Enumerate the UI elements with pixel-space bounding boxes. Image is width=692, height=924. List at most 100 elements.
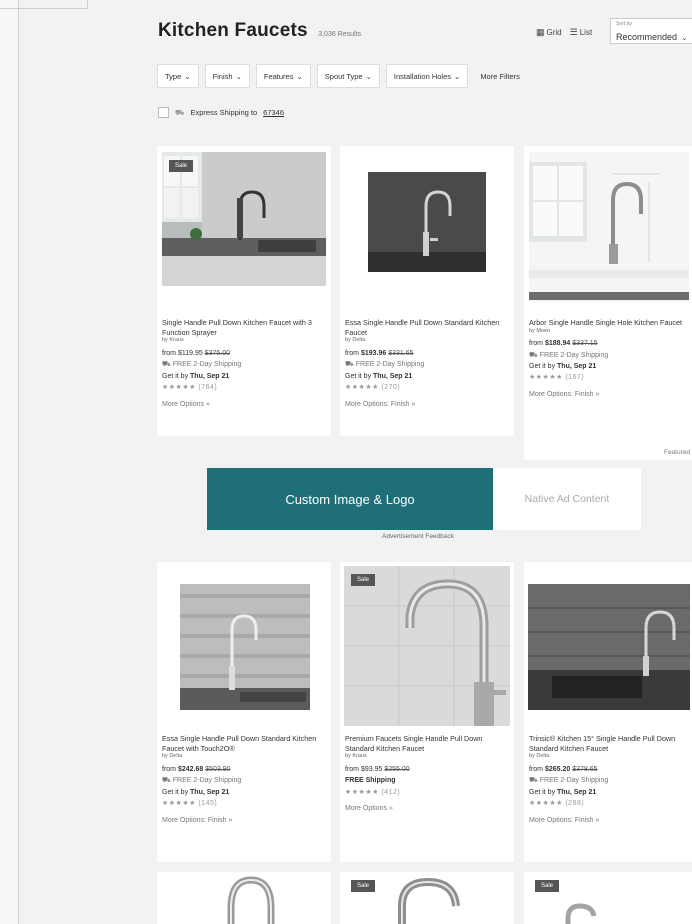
product-card[interactable]: Sale [524, 872, 692, 924]
more-filters-link[interactable]: More Filters [474, 64, 526, 88]
product-photo [162, 152, 326, 286]
view-toggle: ▦ Grid ☰ List [536, 27, 592, 38]
chevron-down-icon: ⌄ [681, 35, 688, 42]
rating: ★★★★★ (412) [345, 788, 509, 797]
product-image[interactable]: Sale [344, 872, 510, 924]
delivery: Get it by Thu, Sep 21 [529, 788, 689, 797]
delivery-prefix: Get it by [529, 788, 558, 796]
delivery-prefix: Get it by [345, 372, 374, 380]
product-photo [368, 172, 486, 272]
price-prefix: from [162, 349, 178, 357]
star-rating-icon: ★★★★★ [162, 384, 196, 392]
grid-view-button[interactable]: ▦ Grid [536, 27, 562, 38]
rating: ★★★★★ (298) [529, 799, 689, 808]
ad-native-content[interactable]: Native Ad Content [493, 468, 641, 530]
shipping: FREE Shipping [345, 776, 509, 785]
sort-select[interactable]: Sort by Recommended ⌄ [610, 18, 692, 44]
more-options-link[interactable]: More Options: Finish » [529, 816, 689, 825]
product-info: Essa Single Handle Pull Down Standard Ki… [162, 734, 326, 825]
list-view-button[interactable]: ☰ List [570, 27, 593, 38]
review-count: (145) [198, 800, 218, 808]
express-text: Express Shipping to [190, 108, 258, 117]
product-image[interactable] [529, 152, 689, 302]
shipping: ⛟ FREE 2-Day Shipping [345, 360, 509, 369]
product-card[interactable]: Arbor Single Handle Single Hole Kitchen … [524, 146, 692, 460]
product-brand: by Delta [162, 753, 183, 760]
sale-badge: Sale [351, 574, 375, 586]
product-card[interactable]: Essa Single Handle Pull Down Standard Ki… [340, 146, 514, 436]
product-photo [344, 566, 510, 726]
chevron-down-icon: ⌄ [365, 71, 372, 81]
featured-label: Featured [663, 449, 690, 456]
shipping-text: FREE 2-Day Shipping [539, 351, 609, 359]
product-name[interactable]: Premium Faucets Single Handle Pull Down … [345, 734, 509, 753]
shipping-text: FREE 2-Day Shipping [172, 777, 242, 785]
review-count: (412) [381, 788, 401, 796]
was-price: $337.15 [572, 340, 598, 348]
filter-features[interactable]: Features ⌄ [255, 64, 311, 88]
truck-icon: ⛟ [162, 361, 171, 369]
more-options-link[interactable]: More Options: Finish » [529, 390, 689, 399]
product-image[interactable] [180, 584, 310, 710]
rating: ★★★★★ (167) [529, 373, 689, 382]
filter-spout-type[interactable]: Spout Type ⌄ [316, 64, 380, 88]
review-count: (167) [565, 374, 585, 382]
filter-finish[interactable]: Finish ⌄ [204, 64, 250, 88]
product-card[interactable]: Sale Single Handle Pull Down Kitchen Fau… [157, 146, 331, 436]
truck-icon: ⛟ [175, 107, 185, 117]
product-card[interactable]: Sale Premium Faucets Single Handle Pull … [340, 562, 514, 862]
star-rating-icon: ★★★★★ [529, 374, 563, 382]
delivery-date: Thu, Sep 21 [190, 372, 230, 380]
delivery-date: Thu, Sep 21 [190, 788, 230, 796]
price: $119.95 [177, 349, 203, 357]
zip-code-link[interactable]: 67346 [263, 108, 284, 117]
price-line: from $265.20 $378.65 [529, 765, 689, 774]
product-brand: by Moen [529, 327, 551, 334]
product-name[interactable]: Essa Single Handle Pull Down Standard Ki… [162, 734, 326, 753]
page-header: Kitchen Faucets 3,036 Results [158, 20, 361, 42]
product-image[interactable] [368, 172, 486, 272]
product-name[interactable]: Essa Single Handle Pull Down Standard Ki… [345, 318, 509, 337]
filter-installation-holes[interactable]: Installation Holes ⌄ [385, 64, 469, 88]
express-checkbox[interactable] [158, 107, 169, 118]
product-image[interactable] [161, 872, 327, 924]
star-rating-icon: ★★★★★ [162, 800, 196, 808]
sort-label: Sort by [616, 21, 632, 27]
shipping-text: FREE Shipping [345, 777, 396, 785]
more-options-link[interactable]: More Options: Finish » [162, 816, 326, 825]
product-card[interactable]: Sale [340, 872, 514, 924]
product-card[interactable]: Trinsic® Kitchen 15° Single Handle Pull … [524, 562, 692, 862]
filter-type[interactable]: Type ⌄ [157, 64, 199, 88]
more-options-link[interactable]: More Options: Finish » [345, 400, 509, 409]
price: $265.20 [544, 765, 571, 773]
shipping-text: FREE 2-Day Shipping [539, 777, 609, 785]
product-image[interactable]: Sale [344, 566, 510, 726]
star-rating-icon: ★★★★★ [529, 800, 563, 808]
truck-icon: ⛟ [162, 777, 171, 785]
ad-feedback-link[interactable]: Advertisement Feedback [382, 533, 454, 540]
product-image[interactable]: Sale [528, 872, 690, 924]
price-line: from $93.95 $255.00 [345, 765, 509, 774]
product-name[interactable]: Trinsic® Kitchen 15° Single Handle Pull … [529, 734, 689, 753]
product-name[interactable]: Single Handle Pull Down Kitchen Faucet w… [162, 318, 326, 337]
product-image[interactable] [528, 584, 690, 710]
express-shipping-filter[interactable]: ⛟ Express Shipping to 67346 [158, 107, 284, 118]
shipping: ⛟ FREE 2-Day Shipping [162, 776, 326, 785]
product-image[interactable]: Sale [162, 152, 326, 286]
sale-badge: Sale [169, 160, 193, 172]
product-card[interactable] [157, 872, 331, 924]
filter-label: Features [263, 71, 294, 81]
product-name[interactable]: Arbor Single Handle Single Hole Kitchen … [529, 318, 689, 328]
truck-icon: ⛟ [345, 361, 354, 369]
star-rating-icon: ★★★★★ [345, 384, 379, 392]
filter-label: Finish [212, 71, 233, 81]
more-options-link[interactable]: More Options » [345, 804, 509, 813]
product-card[interactable]: Essa Single Handle Pull Down Standard Ki… [157, 562, 331, 862]
list-icon: ☰ [569, 27, 578, 37]
ad-custom-image[interactable]: Custom Image & Logo [207, 468, 493, 530]
product-brand: by Kraus [162, 337, 184, 344]
more-options-link[interactable]: More Options » [162, 400, 326, 409]
grid-label: Grid [546, 28, 562, 37]
price-line: from $188.94 $337.15 [529, 339, 689, 348]
product-brand: by Delta [345, 337, 366, 344]
